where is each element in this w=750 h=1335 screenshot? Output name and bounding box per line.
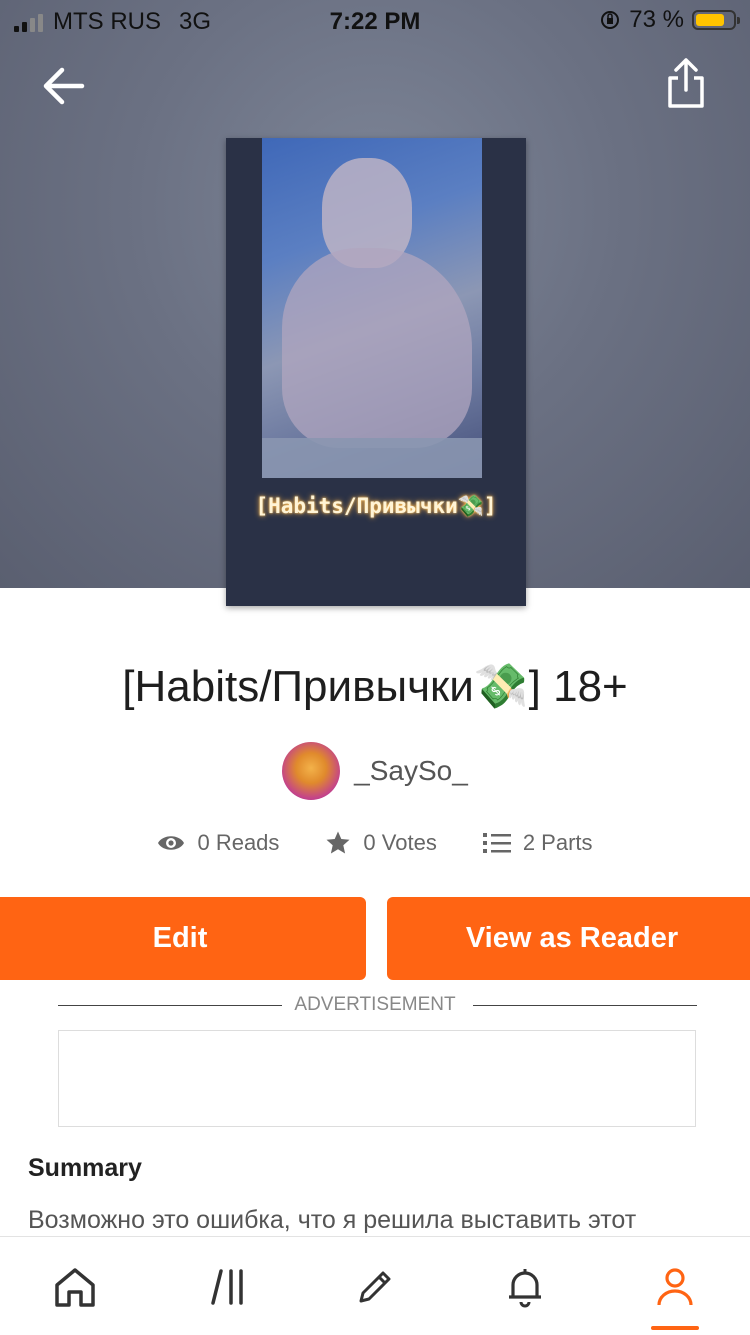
profile-icon [657,1268,693,1306]
cover-title-text: [Habits/Привычки💸] [255,494,497,518]
status-bar: MTS RUS 3G 7:22 PM 73 % [0,0,750,42]
avatar[interactable] [282,742,341,800]
summary-text: Возможно это ошибка, что я решила выстав… [28,1206,637,1234]
tab-write[interactable] [345,1257,405,1317]
story-stats: 0 Reads 0 Votes 2 Parts [0,830,750,856]
battery-icon [692,10,740,30]
story-title: [Habits/Привычки💸] 18+ [122,662,628,711]
back-arrow-icon[interactable] [40,62,88,110]
status-right: 73 % [599,6,740,34]
parts-stat[interactable]: 2 Parts [482,830,593,856]
rotation-lock-icon [601,11,620,29]
bell-icon [509,1269,541,1308]
votes-stat: 0 Votes [325,830,437,856]
list-icon [482,833,511,853]
parts-count[interactable]: 2 Parts [523,830,593,856]
story-cover[interactable]: [Habits/Привычки💸] [226,138,526,606]
votes-count: 0 Votes [363,830,437,855]
tab-notifications[interactable] [495,1257,555,1317]
reads-stat: 0 Reads [157,830,279,856]
tab-bar [0,1236,750,1335]
summary-heading: Summary [28,1154,142,1182]
author-row[interactable]: _SaySo_ [0,742,750,800]
reads-count: 0 Reads [197,830,280,855]
view-as-reader-button[interactable]: View as Reader [387,897,750,980]
author-name[interactable]: _SaySo_ [354,755,468,787]
library-icon [211,1269,243,1305]
advertisement-label: ADVERTISEMENT [294,994,456,1015]
share-icon[interactable] [664,56,708,112]
eye-icon [158,836,185,850]
battery-percent: 73 % [629,6,684,33]
active-tab-indicator [651,1326,699,1330]
cover-photo [262,138,482,478]
star-icon [326,831,350,854]
tab-profile[interactable] [645,1257,705,1317]
tab-home[interactable] [45,1257,105,1317]
pencil-icon [359,1271,391,1303]
ad-slot[interactable] [58,1030,696,1127]
home-icon [55,1268,95,1307]
tab-library[interactable] [197,1257,257,1317]
edit-button[interactable]: Edit [0,897,366,980]
